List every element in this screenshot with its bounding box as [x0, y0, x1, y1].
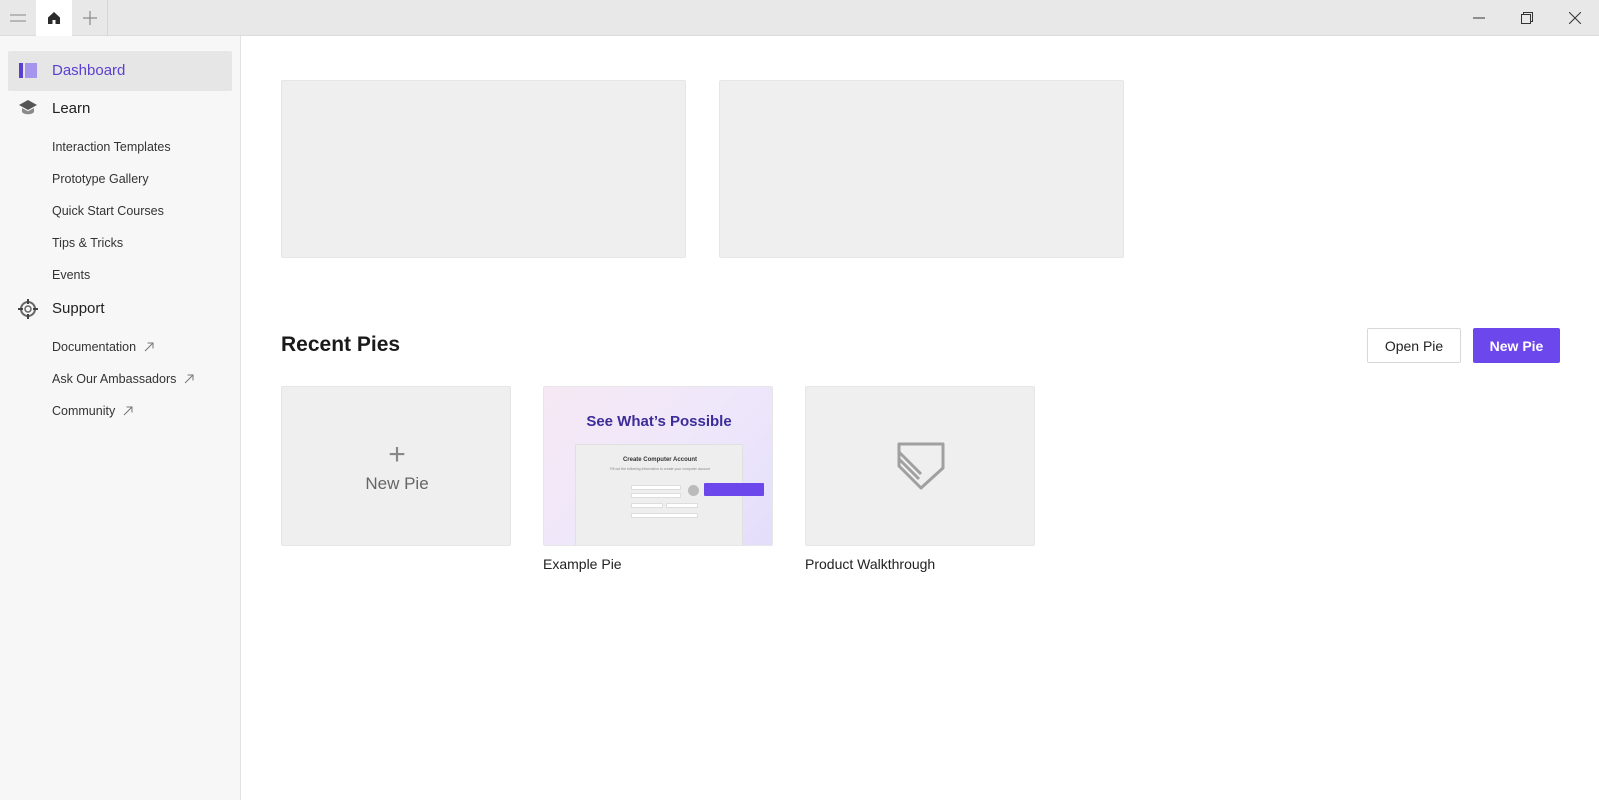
add-tab-button[interactable]	[72, 0, 108, 36]
sidebar-item-tips-tricks[interactable]: Tips & Tricks	[52, 233, 123, 253]
home-tab[interactable]	[36, 0, 72, 36]
example-pie-name: Example Pie	[543, 556, 622, 572]
mockup-avatar	[688, 485, 699, 496]
sidebar-section-label: Support	[52, 300, 105, 317]
mockup-field	[666, 503, 698, 508]
banner-placeholder	[281, 80, 686, 258]
sidebar-item-prototype-gallery[interactable]: Prototype Gallery	[52, 169, 149, 189]
close-icon	[1569, 12, 1581, 24]
mockup-subheading: Fill out the following information to cr…	[609, 467, 711, 471]
external-link-icon	[185, 374, 194, 384]
thumbnail-title: See What’s Possible	[586, 413, 732, 430]
sidebar-item-ask-our-ambassadors[interactable]: Ask Our Ambassadors	[52, 369, 194, 389]
sidebar-item-dashboard[interactable]: Dashboard	[8, 51, 232, 91]
sidebar-section-label: Learn	[52, 100, 91, 117]
new-pie-card[interactable]: + New Pie	[281, 386, 511, 546]
mockup-field	[631, 493, 681, 498]
sidebar-item-interaction-templates[interactable]: Interaction Templates	[52, 137, 171, 157]
plus-icon	[82, 11, 97, 25]
external-link-icon	[144, 342, 154, 352]
sidebar-section-support[interactable]: Support	[8, 291, 232, 327]
sidebar-item-quick-start-courses[interactable]: Quick Start Courses	[52, 201, 164, 221]
minimize-button[interactable]	[1456, 0, 1502, 36]
graduation-cap-icon	[19, 100, 37, 115]
main-content: Recent Pies Open Pie New Pie + New Pie S…	[241, 36, 1599, 800]
sidebar: Dashboard Learn Interaction Templates Pr…	[0, 36, 241, 800]
title-bar	[0, 0, 1599, 36]
sidebar-section-learn[interactable]: Learn	[8, 91, 232, 127]
sidebar-item-label: Dashboard	[52, 62, 126, 79]
sidebar-item-documentation[interactable]: Documentation	[52, 337, 154, 357]
new-pie-button[interactable]: New Pie	[1473, 328, 1560, 363]
example-pie-thumbnail: See What’s Possible Create Computer Acco…	[544, 387, 772, 545]
maximize-button[interactable]	[1504, 0, 1550, 36]
maximize-icon	[1521, 12, 1533, 24]
product-walkthrough-name: Product Walkthrough	[805, 556, 936, 572]
dashboard-icon	[19, 63, 37, 78]
close-button[interactable]	[1552, 0, 1598, 36]
banner-placeholder	[719, 80, 1124, 258]
open-pie-button[interactable]: Open Pie	[1367, 328, 1461, 363]
sidebar-item-events[interactable]: Events	[52, 265, 90, 285]
mockup-field	[631, 503, 663, 508]
protopie-logo-icon	[897, 442, 945, 490]
section-title: Recent Pies	[281, 333, 401, 356]
mockup-field	[631, 513, 698, 518]
mockup-tooltip	[704, 483, 764, 496]
mockup-heading: Create Computer Account	[622, 457, 698, 463]
menu-icon	[10, 14, 26, 22]
product-walkthrough-card[interactable]	[805, 386, 1035, 546]
menu-button[interactable]	[0, 0, 36, 36]
mockup-field	[631, 485, 681, 490]
new-pie-card-label: New Pie	[365, 474, 429, 493]
external-link-icon	[123, 406, 133, 416]
sidebar-item-community[interactable]: Community	[52, 401, 133, 421]
plus-icon: +	[388, 438, 406, 471]
minimize-icon	[1473, 17, 1485, 19]
lifebuoy-icon	[18, 299, 38, 319]
example-pie-card[interactable]: See What’s Possible Create Computer Acco…	[543, 386, 773, 546]
home-icon	[48, 12, 60, 24]
